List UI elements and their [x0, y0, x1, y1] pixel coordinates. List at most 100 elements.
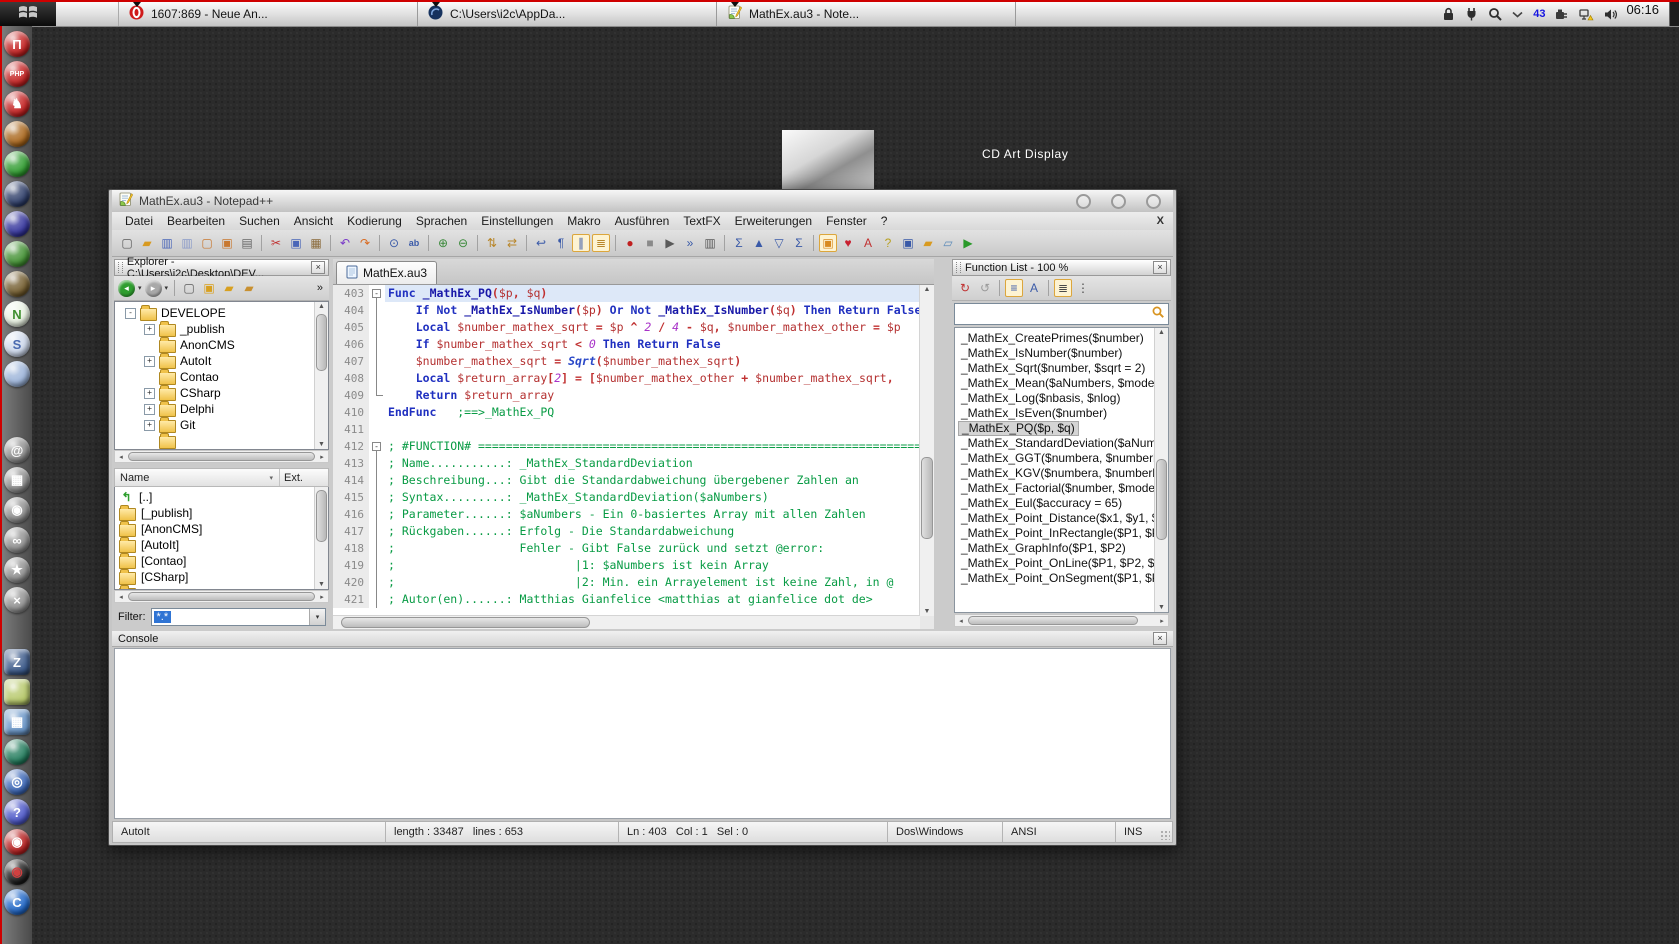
scroll-right-icon[interactable]: ▸ [316, 451, 328, 462]
fold-margin[interactable] [369, 319, 385, 336]
function-item[interactable]: _MathEx_Mean($aNumbers, $mode = 3) [958, 376, 1168, 391]
toolbar-compare-icon[interactable]: ♥ [839, 234, 857, 252]
taskbar-button-1[interactable]: 1607:869 - Neue An... [119, 2, 418, 26]
function-list[interactable]: _MathEx_CreatePrimes($number) _MathEx_IsN… [954, 327, 1169, 613]
museum-icon[interactable]: Π [4, 31, 30, 57]
tree-vscrollbar[interactable]: ▲ ▼ [314, 302, 328, 449]
toolbar-save-file-icon[interactable]: ▥ [158, 234, 176, 252]
expander-plus-icon[interactable]: + [144, 387, 155, 399]
new-file-icon[interactable]: ▢ [180, 279, 198, 297]
star-icon[interactable]: ★ [4, 557, 30, 583]
function-hscroll-thumb[interactable] [968, 616, 1138, 625]
scroll-up-icon[interactable]: ▲ [1155, 329, 1168, 336]
editor-hscroll-thumb[interactable] [341, 617, 590, 628]
filter-combobox[interactable]: *.* ▾ [150, 608, 326, 626]
function-item[interactable]: _MathEx_PQ($p, $q) [958, 421, 1079, 436]
tree-vscroll-thumb[interactable] [316, 314, 327, 371]
fold-margin[interactable] [369, 557, 385, 574]
tree-item-contao[interactable]: Contao [115, 368, 328, 385]
new-folder-icon[interactable]: ▣ [200, 279, 218, 297]
gauge-icon[interactable]: ◉ [4, 829, 30, 855]
file-list-hscrollbar[interactable]: ◂ ▸ [114, 590, 329, 603]
green-sphere-icon[interactable] [4, 151, 30, 177]
toolbar-overflow-icon[interactable]: » [317, 282, 325, 294]
notepad-plus-plus-icon[interactable]: N [4, 301, 30, 327]
go-to-folder-icon[interactable]: ▰ [220, 279, 238, 297]
file-list-item[interactable]: [AutoIt] [115, 536, 328, 553]
at-icon[interactable]: @ [4, 437, 30, 463]
network-icon[interactable] [1579, 8, 1594, 21]
plug-icon[interactable] [1465, 7, 1478, 21]
editor-vscroll-thumb[interactable] [921, 457, 933, 539]
toolbar-textfx-sort-asc-icon[interactable]: ▲ [750, 234, 768, 252]
start-button[interactable] [0, 2, 56, 26]
menu-fenster[interactable]: Fenster [819, 213, 874, 229]
toolbar-close-all-icon[interactable]: ▣ [218, 234, 236, 252]
minimize-button[interactable] [1076, 193, 1091, 209]
swirl-icon[interactable]: S [4, 331, 30, 357]
menu-ausführen[interactable]: Ausführen [608, 213, 677, 229]
panel-grip[interactable] [118, 262, 123, 273]
php-icon[interactable]: PHP [4, 61, 30, 87]
cd-burn-icon[interactable]: ◎ [4, 769, 30, 795]
z-app-icon[interactable]: Z [4, 649, 30, 675]
tree-item-git[interactable]: + Git [115, 416, 328, 433]
toolbar-textfx-tools-icon[interactable]: Σ [790, 234, 808, 252]
lime-tile-icon[interactable] [4, 679, 30, 705]
fold-margin[interactable] [369, 421, 385, 438]
function-item[interactable]: _MathEx_CreatePrimes($number) [958, 331, 1147, 346]
blue-pattern-sphere-icon[interactable] [4, 181, 30, 207]
fold-margin[interactable] [369, 404, 385, 421]
toolbar-macro-play-icon[interactable]: ▶ [661, 234, 679, 252]
menu-datei[interactable]: Datei [118, 213, 160, 229]
toolbar-macro-run-multiple-icon[interactable]: » [681, 234, 699, 252]
gear-lion-icon[interactable] [4, 361, 30, 387]
function-item[interactable]: _MathEx_Eul($accuracy = 65) [958, 496, 1125, 511]
tree-item-anoncms[interactable]: AnonCMS [115, 336, 328, 353]
scroll-left-icon[interactable]: ◂ [115, 451, 127, 462]
tree-item-autoit[interactable]: + AutoIt [115, 352, 328, 369]
menu-ansicht[interactable]: Ansicht [287, 213, 340, 229]
toolbar-zoom-out-icon[interactable]: ⊖ [454, 234, 472, 252]
knight-icon[interactable]: ♞ [4, 91, 30, 117]
console-output[interactable] [114, 648, 1171, 819]
function-list-close-icon[interactable]: × [1153, 261, 1167, 274]
back-button[interactable]: ◂ [118, 279, 135, 297]
toolbar-console-toggle-icon[interactable]: ▣ [899, 234, 917, 252]
file-list-item[interactable]: ↰ [..] [115, 489, 328, 505]
scroll-right-icon[interactable]: ▸ [316, 591, 328, 602]
file-list-item[interactable]: [AnonCMS] [115, 520, 328, 537]
toolbar-macro-save-icon[interactable]: ▥ [701, 234, 719, 252]
owl-icon[interactable] [4, 271, 30, 297]
toolbar-find-icon[interactable]: ⊙ [385, 234, 403, 252]
chevron-icon[interactable] [1512, 11, 1523, 18]
scroll-right-icon[interactable]: ▸ [1156, 615, 1168, 626]
column-name[interactable]: Name ▾ [115, 472, 279, 484]
tree-hscroll-thumb[interactable] [128, 452, 315, 461]
close-button[interactable] [1146, 193, 1161, 209]
menu-help[interactable]: ? [874, 213, 895, 229]
function-item[interactable]: _MathEx_Log($nbasis, $nlog) [958, 391, 1123, 406]
funclist-list-view-icon[interactable]: ≣ [1054, 279, 1072, 297]
fold-margin[interactable] [369, 591, 385, 608]
tree-item-_publish[interactable]: + _publish [115, 320, 328, 337]
menu-einstellungen[interactable]: Einstellungen [474, 213, 560, 229]
scroll-left-icon[interactable]: ◂ [115, 591, 127, 602]
scroll-down-icon[interactable]: ▼ [315, 581, 328, 588]
question-icon[interactable]: ? [4, 799, 30, 825]
toolbar-print-icon[interactable]: ▤ [238, 234, 256, 252]
bronze-app-icon[interactable] [4, 121, 30, 147]
forward-button[interactable]: ▸ [144, 279, 162, 297]
c-display-icon[interactable]: C [4, 889, 30, 915]
function-item[interactable]: _MathEx_Point_OnLine($P1, $P2, $X) [958, 556, 1168, 571]
show-desktop-button[interactable] [1669, 2, 1679, 26]
function-item[interactable]: _MathEx_Point_Distance($x1, $y1, $x2, $y… [958, 511, 1168, 526]
function-search-input[interactable] [958, 307, 1151, 321]
menu-textfx[interactable]: TextFX [676, 213, 727, 229]
toolbar-indent-guides-icon[interactable]: ∥ [572, 234, 590, 252]
file-list-vscrollbar[interactable]: ▼ [314, 487, 328, 589]
toolbar-sync-horizontal-icon[interactable]: ⇄ [503, 234, 521, 252]
toolbar-run-script-icon[interactable]: ▶ [959, 234, 977, 252]
toolbar-sync-vertical-icon[interactable]: ⇅ [483, 234, 501, 252]
expander-plus-icon[interactable]: + [144, 403, 155, 415]
